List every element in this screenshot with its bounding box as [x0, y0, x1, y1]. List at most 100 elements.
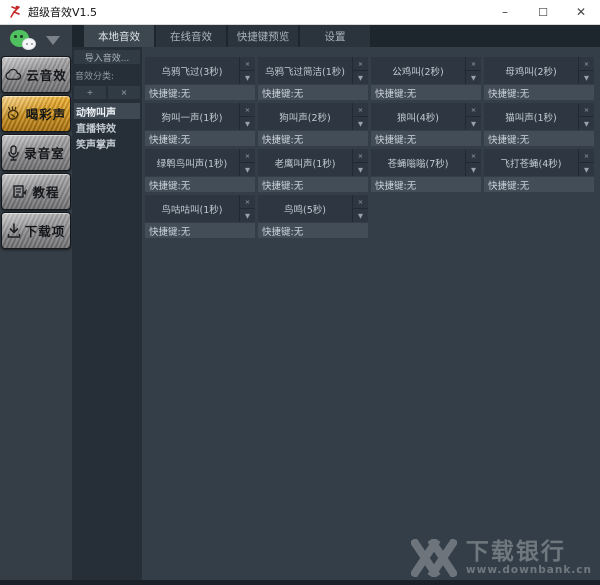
sound-options-button[interactable]: ▼ — [240, 163, 255, 176]
sound-options-button[interactable]: ▼ — [579, 163, 594, 176]
sound-play-button[interactable]: 乌鸦飞过简洁(1秒) — [258, 57, 352, 84]
sound-play-button[interactable]: 猫叫声(1秒) — [484, 103, 578, 130]
sound-play-button[interactable]: 母鸡叫(2秒) — [484, 57, 578, 84]
hotkey-label: 快捷键:无 — [258, 85, 368, 100]
remove-sound-button[interactable]: × — [240, 103, 255, 116]
app-window: 超级音效V1.5 – ☐ ✕ 云音效 喝彩声 录音室 教程 下载项 本地音效 在… — [0, 0, 600, 585]
hotkey-label: 快捷键:无 — [484, 131, 594, 146]
sound-options-button[interactable]: ▼ — [353, 117, 368, 130]
sound-play-button[interactable]: 狗叫一声(1秒) — [145, 103, 239, 130]
remove-sound-button[interactable]: × — [353, 103, 368, 116]
remove-sound-button[interactable]: × — [579, 57, 594, 70]
sidebar-item-downloads[interactable]: 下载项 — [1, 212, 71, 249]
window-bottom-border — [0, 580, 600, 585]
maximize-button[interactable]: ☐ — [524, 0, 562, 24]
sound-options-button[interactable]: ▼ — [466, 163, 481, 176]
sound-tile: 苍蝇嗡嗡(7秒) × ▼ 快捷键:无 — [371, 149, 481, 192]
sidebar-item-recording-studio[interactable]: 录音室 — [1, 134, 71, 171]
category-item-animal-sounds[interactable]: 动物叫声 — [74, 103, 140, 119]
import-sound-button[interactable]: 导入音效... — [74, 50, 140, 64]
tab-online-sounds[interactable]: 在线音效 — [156, 25, 226, 47]
applause-icon — [7, 106, 19, 120]
sound-grid: 乌鸦飞过(3秒) × ▼ 快捷键:无 乌鸦飞过简洁(1秒) × ▼ 快捷键:无 — [145, 57, 600, 238]
wechat-dropdown-icon[interactable] — [46, 36, 60, 45]
watermark-title: 下载银行 — [465, 539, 566, 566]
remove-sound-button[interactable]: × — [466, 57, 481, 70]
sound-options-button[interactable]: ▼ — [579, 71, 594, 84]
category-panel: 导入音效... 音效分类: + × 动物叫声 直播特效 笑声掌声 — [72, 47, 142, 580]
category-tools: + × — [74, 86, 140, 99]
sound-options-button[interactable]: ▼ — [353, 163, 368, 176]
sound-tile: 母鸡叫(2秒) × ▼ 快捷键:无 — [484, 57, 594, 100]
titlebar: 超级音效V1.5 – ☐ ✕ — [0, 0, 600, 25]
sound-play-button[interactable]: 鸟咕咕叫(1秒) — [145, 195, 239, 222]
remove-sound-button[interactable]: × — [240, 149, 255, 162]
sound-play-button[interactable]: 苍蝇嗡嗡(7秒) — [371, 149, 465, 176]
sound-options-button[interactable]: ▼ — [240, 209, 255, 222]
remove-sound-button[interactable]: × — [240, 57, 255, 70]
hotkey-label: 快捷键:无 — [145, 131, 255, 146]
remove-sound-button[interactable]: × — [240, 195, 255, 208]
tab-settings[interactable]: 设置 — [300, 25, 370, 47]
sound-tile: 狗叫一声(1秒) × ▼ 快捷键:无 — [145, 103, 255, 146]
close-button[interactable]: ✕ — [562, 0, 600, 24]
remove-sound-button[interactable]: × — [466, 149, 481, 162]
category-item-laughter-applause[interactable]: 笑声掌声 — [74, 135, 140, 151]
sound-play-button[interactable]: 鸟鸣(5秒) — [258, 195, 352, 222]
sound-options-button[interactable]: ▼ — [466, 117, 481, 130]
tab-hotkey-preview[interactable]: 快捷键预览 — [228, 25, 298, 47]
sound-play-button[interactable]: 狼叫(4秒) — [371, 103, 465, 130]
watermark-text: 下载银行 www.downbank.cn — [466, 540, 592, 575]
hotkey-label: 快捷键:无 — [258, 223, 368, 238]
sound-play-button[interactable]: 狗叫声(2秒) — [258, 103, 352, 130]
sidebar: 云音效 喝彩声 录音室 教程 下载项 — [0, 25, 72, 580]
sound-options-button[interactable]: ▼ — [579, 117, 594, 130]
sound-play-button[interactable]: 绿鹎鸟叫声(1秒) — [145, 149, 239, 176]
sound-play-button[interactable]: 老鹰叫声(1秒) — [258, 149, 352, 176]
sound-options-button[interactable]: ▼ — [240, 117, 255, 130]
sound-options-button[interactable]: ▼ — [353, 209, 368, 222]
minimize-button[interactable]: – — [486, 0, 524, 24]
hotkey-label: 快捷键:无 — [145, 223, 255, 238]
sound-play-button[interactable]: 飞打苍蝇(4秒) — [484, 149, 578, 176]
sound-options-button[interactable]: ▼ — [466, 71, 481, 84]
tutorial-icon — [13, 185, 28, 198]
wechat-icon[interactable] — [10, 29, 38, 52]
sound-tile: 鸟咕咕叫(1秒) × ▼ 快捷键:无 — [145, 195, 255, 238]
remove-sound-button[interactable]: × — [353, 195, 368, 208]
remove-sound-button[interactable]: × — [466, 103, 481, 116]
downbank-logo-icon — [410, 539, 457, 577]
download-icon — [7, 223, 20, 238]
sound-options-button[interactable]: ▼ — [240, 71, 255, 84]
tab-local-sounds[interactable]: 本地音效 — [84, 25, 154, 47]
category-item-live-effects[interactable]: 直播特效 — [74, 119, 140, 135]
sidebar-item-label: 下载项 — [24, 224, 66, 239]
sidebar-item-cloud-sounds[interactable]: 云音效 — [1, 56, 71, 93]
sound-tile: 老鹰叫声(1秒) × ▼ 快捷键:无 — [258, 149, 368, 192]
sound-play-button[interactable]: 公鸡叫(2秒) — [371, 57, 465, 84]
add-category-button[interactable]: + — [74, 86, 106, 99]
window-controls: – ☐ ✕ — [486, 0, 600, 24]
remove-sound-button[interactable]: × — [579, 103, 594, 116]
cloud-icon — [5, 68, 22, 80]
hotkey-label: 快捷键:无 — [258, 177, 368, 192]
sound-tile: 狗叫声(2秒) × ▼ 快捷键:无 — [258, 103, 368, 146]
remove-sound-button[interactable]: × — [353, 57, 368, 70]
sound-tile: 狼叫(4秒) × ▼ 快捷键:无 — [371, 103, 481, 146]
remove-category-button[interactable]: × — [108, 86, 140, 99]
hotkey-label: 快捷键:无 — [258, 131, 368, 146]
content: 云音效 喝彩声 录音室 教程 下载项 本地音效 在线音效 快捷键预览 设置 导入… — [0, 25, 600, 580]
sound-play-button[interactable]: 乌鸦飞过(3秒) — [145, 57, 239, 84]
hotkey-label: 快捷键:无 — [484, 177, 594, 192]
remove-sound-button[interactable]: × — [579, 149, 594, 162]
sound-options-button[interactable]: ▼ — [353, 71, 368, 84]
sidebar-item-applause[interactable]: 喝彩声 — [1, 95, 71, 132]
sidebar-item-label: 录音室 — [24, 146, 65, 161]
remove-sound-button[interactable]: × — [353, 149, 368, 162]
sound-grid-area: 乌鸦飞过(3秒) × ▼ 快捷键:无 乌鸦飞过简洁(1秒) × ▼ 快捷键:无 — [142, 47, 600, 580]
app-icon — [10, 5, 20, 18]
sidebar-item-tutorial[interactable]: 教程 — [1, 173, 71, 210]
hotkey-label: 快捷键:无 — [484, 85, 594, 100]
sound-tile: 公鸡叫(2秒) × ▼ 快捷键:无 — [371, 57, 481, 100]
microphone-icon — [8, 144, 19, 161]
